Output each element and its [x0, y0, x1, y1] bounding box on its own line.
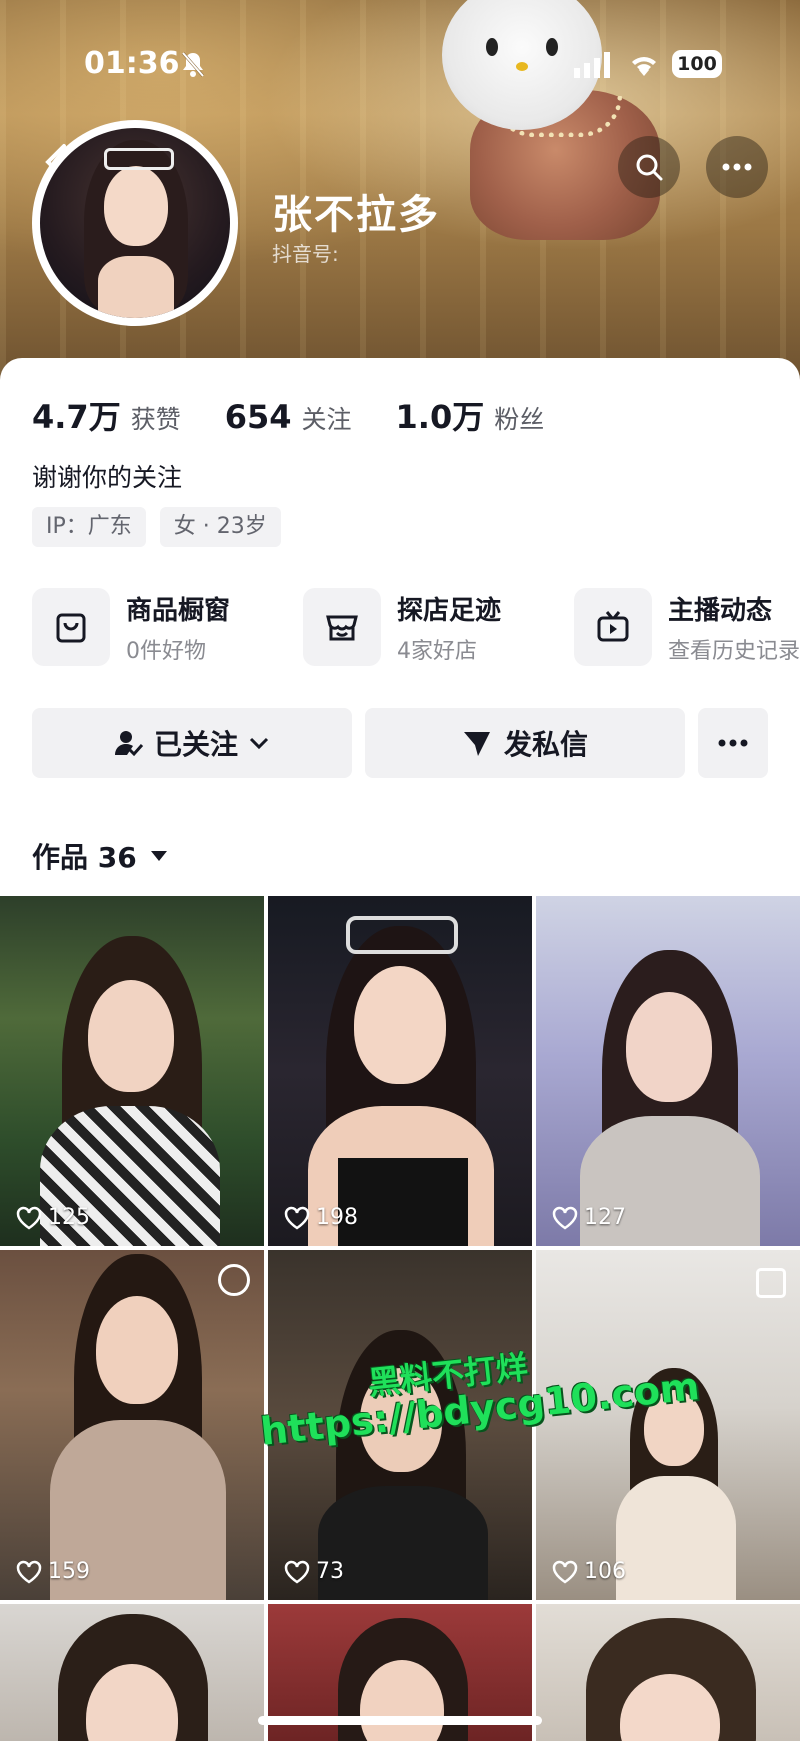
like-count-value: 73 [316, 1559, 344, 1584]
like-count-value: 127 [584, 1205, 626, 1230]
heart-icon [284, 1560, 310, 1583]
profile-bio: 谢谢你的关注 [32, 463, 183, 492]
like-count: 159 [16, 1559, 90, 1584]
tag-gender-age: 女 · 23岁 [159, 507, 281, 547]
works-count-label: 作品 36 [32, 841, 137, 874]
home-indicator [258, 1716, 542, 1725]
video-thumbnail[interactable]: 127 [536, 896, 800, 1246]
like-count-value: 106 [584, 1559, 626, 1584]
service-subtitle: 查看历史记录 [668, 638, 800, 664]
mascot-eye [546, 38, 558, 56]
more-actions-button[interactable] [698, 708, 768, 778]
video-thumbnail[interactable] [536, 1604, 800, 1741]
video-thumbnail[interactable]: 198 [268, 896, 532, 1246]
profile-stats: 4.7万 获赞 654 关注 1.0万 粉丝 [32, 392, 544, 438]
search-icon [636, 154, 663, 181]
more-options-button[interactable] [706, 136, 768, 198]
service-subtitle: 0件好物 [126, 638, 206, 664]
live-ring-icon [218, 1264, 250, 1296]
works-tab[interactable]: 作品 36 [32, 836, 169, 876]
shop-bag-icon [32, 588, 110, 666]
stat-label: 关注 [301, 405, 352, 434]
caret-down-icon [150, 851, 167, 861]
like-count: 73 [284, 1559, 344, 1584]
send-message-button[interactable]: 发私信 [365, 708, 685, 778]
more-dots-icon [722, 163, 752, 171]
heart-icon [16, 1206, 42, 1229]
mascot-eye [486, 38, 498, 56]
video-thumbnail[interactable]: 106 [536, 1250, 800, 1600]
video-thumbnail[interactable]: 159 [0, 1250, 264, 1600]
stat-followers[interactable]: 1.0万 粉丝 [396, 392, 545, 438]
status-time: 01:36 [84, 46, 180, 81]
heart-icon [552, 1206, 578, 1229]
stat-label: 获赞 [130, 405, 181, 434]
service-title: 探店足迹 [397, 595, 502, 626]
service-subtitle: 4家好店 [397, 638, 477, 664]
more-dots-icon [718, 739, 748, 747]
cellular-signal-icon [574, 52, 612, 82]
mute-bell-icon [180, 50, 206, 82]
tv-icon [574, 588, 652, 666]
service-live-updates[interactable]: 主播动态 查看历史记录 [574, 588, 800, 666]
like-count: 125 [16, 1205, 90, 1230]
following-button[interactable]: 已关注 [32, 708, 352, 778]
stat-label: 粉丝 [494, 405, 545, 434]
douyin-id-label[interactable]: 抖音号: [272, 238, 339, 267]
user-check-icon [114, 731, 144, 757]
stat-likes[interactable]: 4.7万 获赞 [32, 392, 181, 438]
service-shop-window[interactable]: 商品橱窗 0件好物 [32, 588, 230, 666]
heart-icon [284, 1206, 310, 1229]
profile-tags: IP：广东 女 · 23岁 [32, 507, 281, 547]
search-button[interactable] [618, 136, 680, 198]
like-count: 198 [284, 1205, 358, 1230]
following-label: 已关注 [153, 728, 238, 761]
like-count-value: 198 [316, 1205, 358, 1230]
battery-indicator: 100 [672, 50, 722, 78]
heart-icon [16, 1560, 42, 1583]
heart-icon [552, 1560, 578, 1583]
mascot-nose [516, 62, 528, 71]
send-message-label: 发私信 [503, 728, 588, 761]
service-title: 商品橱窗 [126, 595, 231, 626]
video-thumbnail[interactable]: 125 [0, 896, 264, 1246]
stat-value: 4.7万 [32, 398, 121, 436]
stat-value: 654 [224, 398, 292, 436]
like-count-value: 159 [48, 1559, 90, 1584]
chevron-down-icon [249, 737, 269, 750]
stat-value: 1.0万 [395, 398, 485, 436]
service-store-visits[interactable]: 探店足迹 4家好店 [303, 588, 501, 666]
like-count: 127 [552, 1205, 626, 1230]
like-count-value: 125 [48, 1205, 90, 1230]
avatar[interactable] [40, 128, 230, 318]
stat-following[interactable]: 654 关注 [225, 398, 352, 436]
send-plane-icon [463, 732, 490, 756]
like-count: 106 [552, 1559, 626, 1584]
wifi-icon [628, 52, 660, 82]
video-thumbnail[interactable] [0, 1604, 264, 1741]
profile-name: 张不拉多 [272, 192, 440, 238]
tag-ip-location: IP：广东 [32, 507, 146, 547]
store-icon [303, 588, 381, 666]
multi-image-icon [756, 1268, 786, 1298]
service-title: 主播动态 [668, 595, 773, 626]
